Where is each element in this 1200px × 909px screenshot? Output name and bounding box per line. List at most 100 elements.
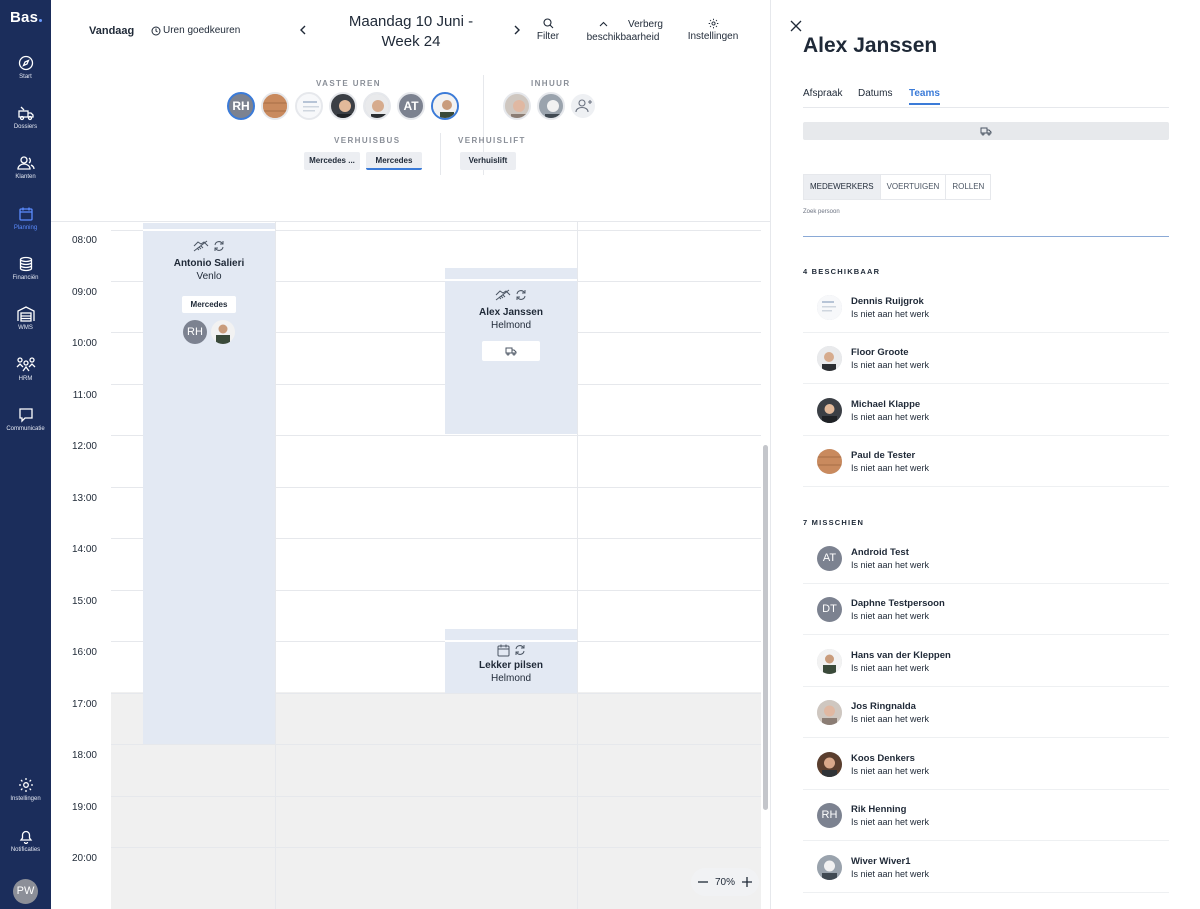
- person-avatar-image: [539, 94, 563, 118]
- vehicle-tag[interactable]: [482, 341, 540, 361]
- avatar[interactable]: [329, 92, 357, 120]
- person-name: Android Test: [851, 547, 909, 558]
- avatar[interactable]: AT: [397, 92, 425, 120]
- list-item[interactable]: DT Daphne Testpersoon Is niet aan het we…: [803, 584, 1169, 635]
- person-avatar-image: [817, 346, 842, 371]
- approve-hours-button[interactable]: Uren goedkeuren: [151, 25, 240, 36]
- avatar[interactable]: [295, 92, 323, 120]
- close-icon[interactable]: [790, 20, 802, 32]
- hour-row[interactable]: [111, 847, 761, 899]
- sidebar-item-communicatie[interactable]: Communicatie: [0, 407, 51, 455]
- tab-teams[interactable]: Teams: [909, 88, 940, 105]
- sidebar-item-planning[interactable]: Planning: [0, 206, 51, 254]
- hour-label: 15:00: [71, 596, 97, 607]
- calendar-icon: [18, 207, 33, 221]
- app-logo[interactable]: Bas: [10, 9, 43, 26]
- date-line: Maandag 10 Juni -: [348, 13, 474, 30]
- panel-title: Alex Janssen: [803, 34, 938, 57]
- tab-datums[interactable]: Datums: [858, 88, 892, 99]
- avatar[interactable]: [537, 92, 565, 120]
- sidebar-item-label: WMS: [18, 325, 33, 331]
- search-person-input[interactable]: [803, 218, 1169, 236]
- panel-tabs: Afspraak Datums Teams: [803, 88, 1169, 108]
- vehicle-pill[interactable]: Mercedes: [366, 152, 422, 170]
- column-divider: [275, 222, 276, 909]
- hour-label: 09:00: [71, 287, 97, 298]
- wood-avatar-image: [817, 449, 842, 474]
- date-title: Maandag 10 Juni - Week 24: [321, 12, 501, 52]
- clock-icon: [151, 26, 161, 35]
- truck-icon: [980, 127, 992, 136]
- avatar: AT: [817, 546, 842, 571]
- settings-button[interactable]: Instellingen: [685, 18, 741, 43]
- person-status: Is niet aan het werk: [851, 714, 930, 724]
- sidebar-item-hrm[interactable]: HRM: [0, 357, 51, 405]
- vehicle-selector[interactable]: [803, 122, 1169, 140]
- subtab-voertuigen[interactable]: VOERTUIGEN: [881, 175, 947, 199]
- avatar[interactable]: [261, 92, 289, 120]
- avatar[interactable]: RH: [227, 92, 255, 120]
- person-status: Is niet aan het werk: [851, 766, 930, 776]
- hour-row[interactable]: [111, 796, 761, 848]
- subtab-medewerkers[interactable]: MEDEWERKERS: [804, 175, 881, 199]
- list-item[interactable]: Floor Groote Is niet aan het werk: [803, 333, 1169, 384]
- event-title: Alex Janssen: [479, 307, 543, 318]
- event-vehicle-tag[interactable]: Mercedes: [181, 296, 237, 313]
- calendar-event[interactable]: Alex Janssen Helmond: [445, 268, 577, 434]
- person-name: Michael Klappe: [851, 399, 921, 410]
- sidebar-item-financien[interactable]: Financiën: [0, 256, 51, 304]
- tab-afspraak[interactable]: Afspraak: [803, 88, 842, 99]
- avatar[interactable]: [431, 92, 459, 120]
- calendar-event[interactable]: Lekker pilsen Helmond: [445, 629, 577, 693]
- list-item[interactable]: Dennis Ruijgrok Is niet aan het werk: [803, 282, 1169, 333]
- chevron-right-icon[interactable]: [509, 22, 525, 38]
- list-item[interactable]: Jos Ringnalda Is niet aan het werk: [803, 687, 1169, 738]
- list-item[interactable]: AT Android Test Is niet aan het werk: [803, 533, 1169, 584]
- today-button[interactable]: Vandaag: [89, 25, 134, 37]
- calendar-grid[interactable]: 08:00 09:00 10:00 11:00 12:00 13:00 14:0…: [51, 222, 761, 909]
- sidebar-item-dossiers[interactable]: Dossiers: [0, 105, 51, 153]
- chevron-left-icon[interactable]: [295, 22, 311, 38]
- avatar: [817, 855, 842, 880]
- list-item[interactable]: Michael Klappe Is niet aan het werk: [803, 385, 1169, 436]
- person-avatar-image: [211, 320, 235, 344]
- zoom-out-icon[interactable]: [697, 876, 709, 888]
- list-item[interactable]: Hans van der Kleppen Is niet aan het wer…: [803, 636, 1169, 687]
- sidebar-item-klanten[interactable]: Klanten: [0, 155, 51, 203]
- add-person-button[interactable]: [571, 94, 595, 118]
- hide-label-1: Verberg: [627, 19, 663, 30]
- sidebar-item-instellingen[interactable]: Instellingen: [0, 777, 51, 825]
- add-user-icon: [575, 99, 592, 113]
- lift-pill[interactable]: Verhuislift: [460, 152, 516, 170]
- person-name: Dennis Ruijgrok: [851, 296, 924, 307]
- list-item[interactable]: Koos Denkers Is niet aan het werk: [803, 739, 1169, 790]
- person-status: Is niet aan het werk: [851, 869, 930, 879]
- calendar-scrollbar[interactable]: [762, 55, 768, 905]
- chevron-up-icon: [600, 21, 608, 26]
- list-item[interactable]: Wiver Wiver1 Is niet aan het werk: [803, 842, 1169, 893]
- chat-icon: [18, 408, 33, 423]
- sidebar-item-start[interactable]: Start: [0, 55, 51, 103]
- avatar[interactable]: [211, 320, 235, 344]
- list-item[interactable]: Paul de Tester Is niet aan het werk: [803, 436, 1169, 487]
- lift-label: VERHUISLIFT: [458, 136, 526, 145]
- hour-label: 19:00: [71, 802, 97, 813]
- avatar[interactable]: RH: [183, 320, 207, 344]
- scrollbar-thumb[interactable]: [763, 445, 768, 810]
- hide-availability-button[interactable]: Verberg beschikbaarheid: [583, 18, 663, 44]
- person-status: Is niet aan het werk: [851, 360, 930, 370]
- subtab-rollen[interactable]: ROLLEN: [946, 175, 990, 199]
- sidebar-item-wms[interactable]: WMS: [0, 306, 51, 354]
- avatar[interactable]: [363, 92, 391, 120]
- filter-button[interactable]: Filter: [529, 18, 567, 43]
- vehicle-pill[interactable]: Mercedes ...: [304, 152, 360, 170]
- sidebar-item-notificaties[interactable]: Notificaties: [0, 828, 51, 876]
- hour-row[interactable]: [111, 744, 761, 796]
- list-item[interactable]: RH Rik Henning Is niet aan het werk: [803, 790, 1169, 841]
- user-avatar[interactable]: PW: [13, 879, 38, 904]
- event-location: Helmond: [490, 320, 532, 331]
- avatar[interactable]: [503, 92, 531, 120]
- calendar-event[interactable]: Antonio Salieri Venlo Mercedes RH: [143, 222, 275, 744]
- wood-avatar-image: [263, 94, 287, 118]
- zoom-in-icon[interactable]: [741, 876, 753, 888]
